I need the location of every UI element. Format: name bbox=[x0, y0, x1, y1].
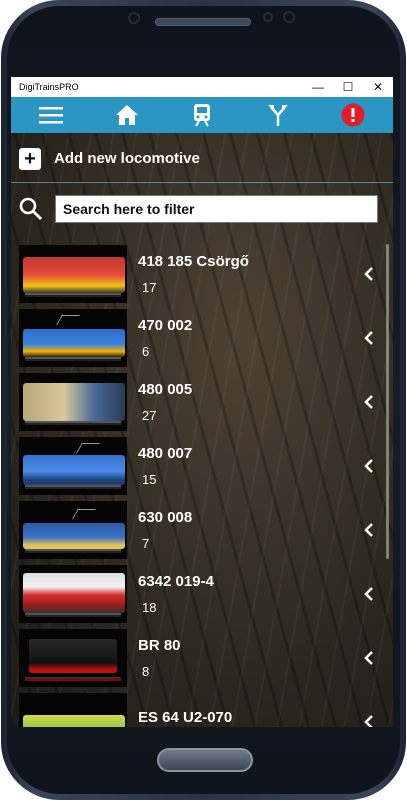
locomotive-address: 6 bbox=[142, 344, 150, 359]
search-icon bbox=[19, 197, 43, 221]
minimize-icon[interactable]: — bbox=[303, 77, 333, 97]
add-locomotive-label: Add new locomotive bbox=[54, 150, 200, 167]
list-item[interactable]: 470 002 6 bbox=[19, 306, 381, 370]
chevron-left-icon[interactable] bbox=[359, 648, 379, 668]
app-screen: DigiTrainsPRO — ☐ ✕ + Add new locomotive… bbox=[11, 77, 393, 727]
locomotive-thumbnail bbox=[19, 693, 127, 727]
maximize-icon[interactable]: ☐ bbox=[333, 77, 363, 97]
train-icon[interactable] bbox=[188, 101, 216, 129]
locomotive-list: 418 185 Csörgő 17 470 002 6 480 005 27 4… bbox=[19, 242, 381, 727]
list-item[interactable]: ES 64 U2-070 bbox=[19, 690, 381, 727]
plus-icon: + bbox=[19, 147, 41, 170]
chevron-left-icon[interactable] bbox=[359, 584, 379, 604]
locomotive-name: ES 64 U2-070 bbox=[138, 708, 233, 726]
earpiece bbox=[155, 18, 251, 26]
locomotive-address: 8 bbox=[142, 664, 150, 679]
locomotive-name: 6342 019-4 bbox=[138, 573, 214, 590]
locomotive-thumbnail bbox=[19, 501, 127, 559]
locomotive-thumbnail bbox=[19, 437, 127, 495]
list-item[interactable]: 418 185 Csörgő 17 bbox=[19, 242, 381, 306]
list-item[interactable]: 480 007 15 bbox=[19, 434, 381, 498]
locomotive-thumbnail bbox=[19, 309, 127, 367]
menu-icon[interactable] bbox=[37, 101, 65, 129]
list-item[interactable]: BR 80 8 bbox=[19, 626, 381, 690]
list-item[interactable]: 480 005 27 bbox=[19, 370, 381, 434]
light-sensor bbox=[283, 11, 295, 23]
locomotive-name: BR 80 bbox=[138, 637, 181, 654]
locomotive-name: 630 008 bbox=[138, 509, 193, 526]
locomotive-name: 480 005 bbox=[138, 381, 193, 398]
locomotive-address: 27 bbox=[142, 408, 157, 423]
alert-icon[interactable] bbox=[339, 101, 367, 129]
search-row: Search here to filter bbox=[11, 184, 393, 234]
locomotive-address: 17 bbox=[142, 280, 157, 295]
window-titlebar: DigiTrainsPRO — ☐ ✕ bbox=[11, 77, 393, 97]
locomotive-thumbnail bbox=[19, 629, 127, 687]
close-icon[interactable]: ✕ bbox=[363, 77, 393, 97]
locomotive-name: 418 185 Csörgő bbox=[138, 253, 249, 270]
chevron-left-icon[interactable] bbox=[359, 456, 379, 476]
search-input[interactable]: Search here to filter bbox=[55, 195, 378, 223]
window-title: DigiTrainsPRO bbox=[19, 82, 79, 92]
locomotive-name: 480 007 bbox=[138, 445, 193, 462]
chevron-left-icon[interactable] bbox=[359, 392, 379, 412]
list-item[interactable]: 630 008 7 bbox=[19, 498, 381, 562]
home-icon[interactable] bbox=[113, 101, 141, 129]
list-scrollbar[interactable] bbox=[386, 244, 389, 559]
locomotive-address: 7 bbox=[142, 536, 150, 551]
app-toolbar bbox=[11, 97, 393, 133]
add-locomotive-button[interactable]: + Add new locomotive bbox=[11, 135, 393, 183]
proximity-sensor bbox=[263, 12, 273, 22]
front-camera bbox=[128, 12, 140, 24]
switch-icon[interactable] bbox=[264, 101, 292, 129]
chevron-left-icon[interactable] bbox=[359, 328, 379, 348]
chevron-left-icon[interactable] bbox=[359, 520, 379, 540]
locomotive-address: 18 bbox=[142, 600, 157, 615]
locomotive-address: 15 bbox=[142, 472, 157, 487]
home-hardware-button[interactable] bbox=[157, 748, 253, 772]
locomotive-name: 470 002 bbox=[138, 317, 193, 334]
list-item[interactable]: 6342 019-4 18 bbox=[19, 562, 381, 626]
locomotive-thumbnail bbox=[19, 245, 127, 303]
chevron-left-icon[interactable] bbox=[359, 264, 379, 284]
locomotive-thumbnail bbox=[19, 373, 127, 431]
chevron-left-icon[interactable] bbox=[359, 712, 379, 727]
locomotive-thumbnail bbox=[19, 565, 127, 623]
